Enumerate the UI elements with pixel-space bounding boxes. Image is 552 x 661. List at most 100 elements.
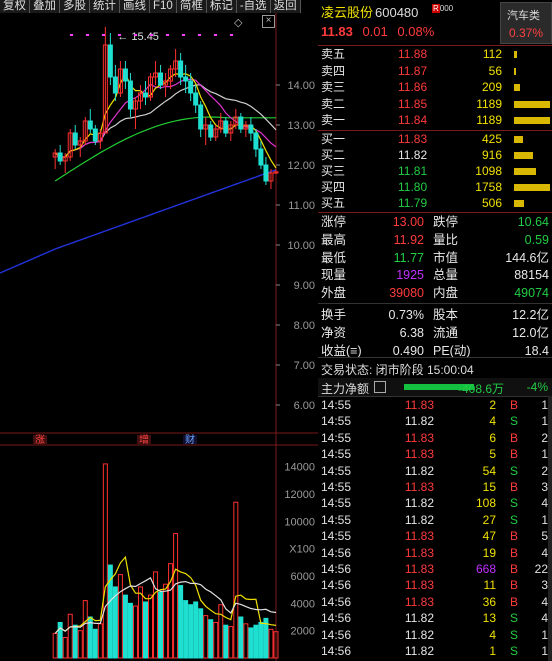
tick-volume: 15: [482, 480, 496, 494]
main-net-flow: 主力净额 -408.6万 -4%: [318, 378, 552, 396]
net-flow-toggle-icon[interactable]: [374, 381, 386, 393]
tick-time: 14:55: [321, 480, 352, 494]
stock-code: 600480: [375, 5, 419, 20]
bid-price: 11.81: [398, 164, 428, 178]
candle-body: [158, 72, 164, 86]
ask-price: 11.86: [398, 80, 428, 94]
tick-count: 5: [541, 529, 548, 544]
stat-label: 总量: [433, 268, 459, 283]
volume-bar: [238, 616, 244, 659]
signal-dot: [166, 34, 169, 36]
tick-volume: 108: [475, 496, 496, 511]
volume-bar: [82, 600, 88, 659]
candle-body: [263, 164, 269, 182]
tick-time: 14:55: [321, 447, 352, 462]
tick-time: 14:55: [321, 529, 352, 544]
volume-bar: [208, 619, 214, 659]
tick-count: 1: [541, 512, 548, 527]
tick-volume: 6: [489, 430, 496, 445]
bid-row[interactable]: 买三 11.81 1098: [318, 164, 552, 179]
bid-row[interactable]: 买一 11.83 425: [318, 132, 552, 147]
tick-row: 14:56 11.83 668 B 22: [318, 562, 552, 577]
tick-direction: B: [510, 529, 519, 544]
tick-price: 11.83: [404, 398, 434, 412]
toolbar-simple-frame-button[interactable]: 简框: [176, 0, 207, 13]
stat-value: 0.59: [524, 232, 549, 247]
signal-dot: [102, 34, 105, 36]
stat-label: 净资: [321, 325, 347, 340]
ask-row[interactable]: 卖一 11.84 1189: [318, 113, 552, 128]
volume-bar: [203, 615, 209, 659]
signal-dot: [134, 34, 137, 36]
tick-price: 11.83: [404, 480, 434, 494]
ask-volume-bar: [514, 84, 520, 91]
price-change: 0.01: [362, 24, 388, 39]
sector-box[interactable]: 汽车类 0.37%: [500, 2, 552, 44]
event-tag: 财: [185, 433, 195, 446]
volume-bar: [62, 637, 68, 659]
bid-volume: 1758: [475, 180, 502, 194]
ask-row[interactable]: 卖四 11.87 56: [318, 64, 552, 79]
toolbar-f10-button[interactable]: F10: [150, 0, 177, 13]
tick-row: 14:55 11.83 5 B 1: [318, 447, 552, 462]
bid-label: 买四: [321, 180, 346, 194]
toolbar-stats-button[interactable]: 统计: [90, 0, 120, 13]
stat-label: 内盘: [433, 286, 459, 301]
bid-row[interactable]: 买四 11.80 1758: [318, 180, 552, 195]
tick-count: 4: [541, 545, 548, 560]
y-tick-label: 12.00: [287, 160, 315, 172]
toolbar-mark-button[interactable]: 标记: [206, 0, 237, 13]
tick-count: 2: [541, 463, 548, 478]
candle-body: [238, 116, 244, 130]
toolbar-back-button[interactable]: 返回: [270, 0, 301, 13]
toolbar-overlay-button[interactable]: 叠加: [30, 0, 60, 13]
candle-body: [72, 132, 78, 146]
bid-volume-bar: [514, 168, 536, 175]
ask-row[interactable]: 卖三 11.86 209: [318, 80, 552, 95]
tick-direction: S: [510, 611, 519, 626]
bid-row[interactable]: 买五 11.79 506: [318, 196, 552, 211]
tick-row: 14:56 11.82 1 S 1: [318, 644, 552, 659]
tick-count: 4: [541, 594, 548, 609]
tick-volume: 19: [482, 545, 496, 560]
tick-price: 11.82: [404, 512, 434, 527]
tick-price: 11.83: [404, 562, 434, 576]
bid-label: 买一: [321, 132, 346, 146]
vol-tick-label: 14000: [284, 462, 315, 474]
y-tick-label: 11.00: [288, 200, 315, 212]
toolbar-draw-button[interactable]: 画线: [120, 0, 150, 13]
toolbar-fuquan-button[interactable]: 复权: [0, 0, 30, 13]
candle-body: [258, 148, 264, 166]
signal-dot: [214, 34, 217, 36]
ask-row[interactable]: 卖二 11.85 1189: [318, 97, 552, 112]
y-tick-label: 10.00: [287, 240, 315, 252]
ask-row[interactable]: 卖五 11.88 112: [318, 47, 552, 62]
volume-bar: [142, 601, 148, 659]
scrollbar[interactable]: [548, 396, 552, 661]
volume-bar: [117, 574, 123, 659]
bid-row[interactable]: 买二 11.82 916: [318, 148, 552, 163]
tick-volume: 4: [489, 627, 496, 642]
tick-row: 14:56 11.83 11 B 3: [318, 578, 552, 593]
kline-chart[interactable]: 14.00 13.00 12.00 11.00 10.00 9.00 8.00 7.00 6.0…: [0, 13, 318, 661]
tick-time: 14:55: [321, 398, 352, 412]
bid-volume: 506: [481, 196, 502, 210]
tick-price: 11.82: [404, 627, 434, 642]
tick-direction: B: [510, 430, 519, 445]
tick-volume: 47: [482, 529, 496, 544]
toolbar-multi-stock-button[interactable]: 多股: [60, 0, 90, 13]
y-tick-label: 9.00: [294, 280, 315, 292]
stat-label: 换手: [321, 308, 347, 322]
signal-dot: [150, 34, 153, 36]
stat-label: 跌停: [433, 215, 459, 229]
tick-direction: S: [510, 414, 519, 429]
toolbar-watchlist-button[interactable]: -自选: [236, 0, 271, 13]
stat-value: 10.64: [517, 215, 549, 229]
volume-bar: [67, 613, 73, 659]
tick-count: 4: [541, 611, 548, 626]
stat-row: 最低 11.77 市值 144.6亿: [318, 250, 552, 267]
stat-value: 144.6亿: [505, 250, 549, 265]
volume-bar: [183, 600, 189, 659]
stat-row: 现量 1925 总量 88154: [318, 267, 552, 284]
vol-tick-label: 4000: [291, 598, 315, 610]
